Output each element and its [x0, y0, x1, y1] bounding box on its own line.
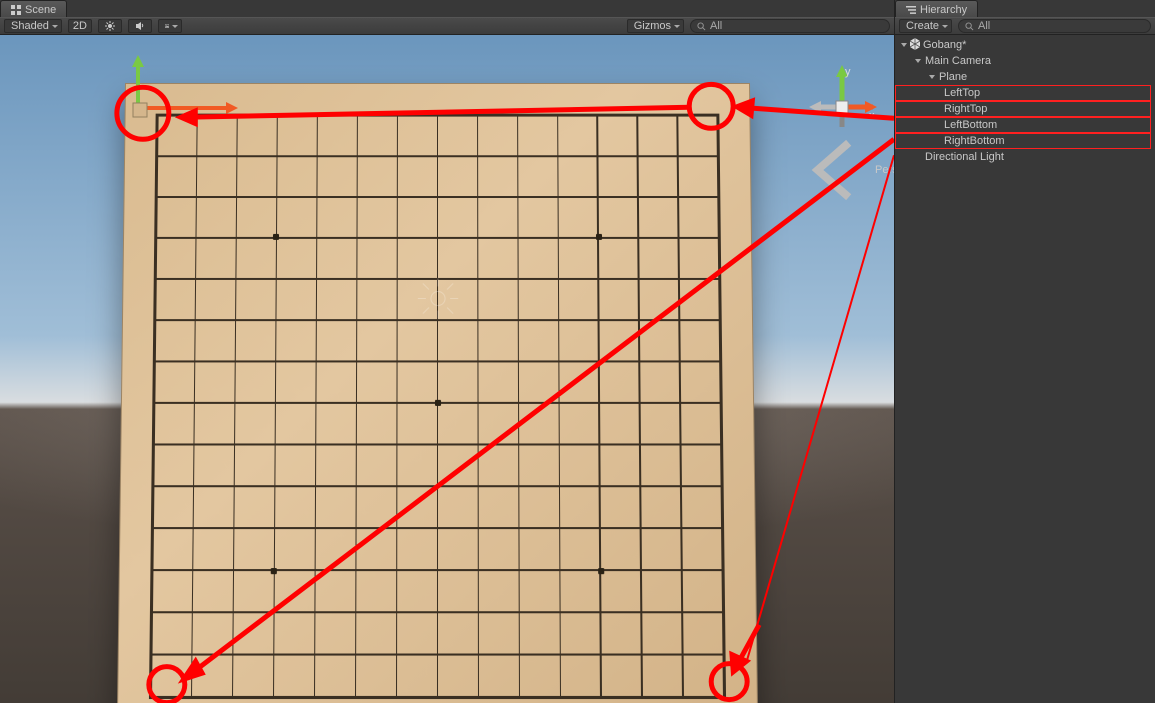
lighting-toggle[interactable]: [98, 19, 122, 33]
caret-down-icon[interactable]: [927, 73, 937, 81]
shading-mode-dropdown[interactable]: Shaded: [4, 19, 62, 33]
axis-x-label: x: [869, 110, 875, 122]
hierarchy-tree: Gobang* Main Camera Plane LeftTop RightT…: [895, 35, 1155, 167]
scene-tab[interactable]: Scene: [0, 0, 67, 17]
create-dropdown[interactable]: Create: [899, 19, 952, 33]
hierarchy-search[interactable]: All: [958, 19, 1151, 33]
go-board-wrap: [125, 83, 750, 703]
hierarchy-tabbar: Hierarchy: [895, 0, 1155, 17]
projection-label[interactable]: Persp: [802, 135, 894, 205]
hierarchy-toolbar: Create All: [895, 17, 1155, 35]
tree-item-directional-light[interactable]: Directional Light: [895, 149, 1155, 165]
scene-icon: [11, 5, 21, 15]
tree-item-rightbottom[interactable]: RightBottom: [895, 133, 1151, 149]
scene-toolbar: Shaded 2D Gizmos All: [0, 17, 894, 35]
search-icon: [697, 22, 706, 31]
scene-tab-label: Scene: [25, 4, 56, 16]
scene-search[interactable]: All: [690, 19, 890, 33]
scene-viewport[interactable]: y x Persp: [0, 35, 894, 703]
caret-down-icon[interactable]: [913, 57, 923, 65]
hierarchy-icon: [906, 5, 916, 15]
unity-icon: [909, 38, 921, 53]
chevron-left-icon: [802, 135, 872, 205]
hierarchy-tab-label: Hierarchy: [920, 4, 967, 16]
mode-2d-button[interactable]: 2D: [68, 19, 92, 33]
axis-y-label: y: [845, 66, 851, 78]
go-board[interactable]: [117, 83, 759, 703]
tree-item-leftbottom[interactable]: LeftBottom: [895, 117, 1151, 133]
audio-toggle[interactable]: [128, 19, 152, 33]
search-icon: [965, 22, 974, 31]
scene-tabbar: Scene: [0, 0, 894, 17]
caret-down-icon[interactable]: [899, 41, 909, 49]
scene-search-placeholder: All: [710, 20, 722, 32]
light-gizmo: [413, 274, 461, 325]
orientation-gizmo[interactable]: y x Persp: [802, 65, 882, 208]
hierarchy-search-placeholder: All: [978, 20, 990, 32]
tree-item-plane[interactable]: Plane: [895, 69, 1155, 85]
scene-root-row[interactable]: Gobang*: [895, 37, 1155, 53]
tree-item-main-camera[interactable]: Main Camera: [895, 53, 1155, 69]
transform-gizmo: [108, 53, 258, 133]
gizmos-dropdown[interactable]: Gizmos: [627, 19, 684, 33]
hierarchy-tab[interactable]: Hierarchy: [895, 0, 978, 17]
tree-item-righttop[interactable]: RightTop: [895, 101, 1151, 117]
tree-item-lefttop[interactable]: LeftTop: [895, 85, 1151, 101]
sun-icon: [105, 21, 115, 31]
fx-dropdown[interactable]: [158, 19, 182, 33]
speaker-icon: [135, 21, 145, 31]
image-icon: [165, 22, 169, 30]
scene-root-label: Gobang*: [921, 39, 966, 51]
